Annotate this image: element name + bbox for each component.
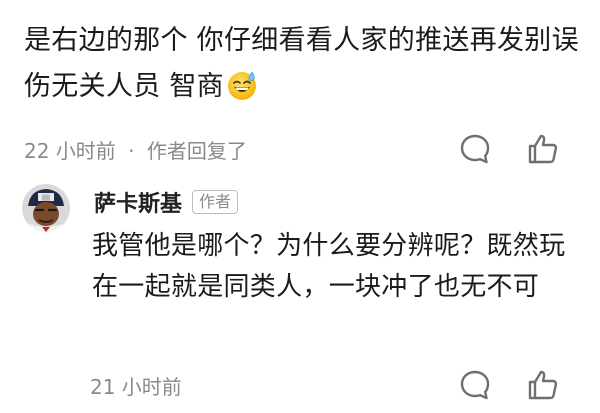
reply-time: 21 小时前 [90,374,182,399]
reply-meta: 21 小时前 [90,371,458,400]
comment-body: 是右边的那个 你仔细看看人家的推送再发别误伤无关人员 智商 [24,18,584,110]
comment-item: 是右边的那个 你仔细看看人家的推送再发别误伤无关人员 智商 [24,18,584,110]
meta-separator: · [128,138,135,163]
comment-actions [458,132,560,166]
svg-text:||||: |||| [42,195,50,202]
reply-username[interactable]: 萨卡斯基 [94,186,182,218]
comment-meta-row: 22 小时前 · 作者回复了 [24,129,560,169]
reply-body: 我管他是哪个？为什么要分辨呢？既然玩在一起就是同类人，一块冲了也无不可 [92,231,566,302]
comment-bubble-icon[interactable] [458,132,492,166]
comment-text: 是右边的那个 你仔细看看人家的推送再发别误伤无关人员 智商 [24,25,579,102]
author-badge: 作者 [192,190,239,214]
comment-bubble-icon[interactable] [458,368,492,402]
comment-meta: 22 小时前 · 作者回复了 [24,135,458,164]
comment-time: 22 小时前 [24,138,116,163]
reply-meta-row: 21 小时前 [90,365,560,405]
reply-header: 萨卡斯基 作者 [94,186,239,218]
reply-actions [458,368,560,402]
author-replied-link[interactable]: 作者回复了 [147,139,247,163]
thumbs-up-icon[interactable] [526,132,560,166]
avatar[interactable]: |||| [22,184,70,232]
thumbs-up-icon[interactable] [526,368,560,402]
avatar-image: |||| [22,184,70,232]
sweat-smile-emoji-icon [227,71,256,100]
